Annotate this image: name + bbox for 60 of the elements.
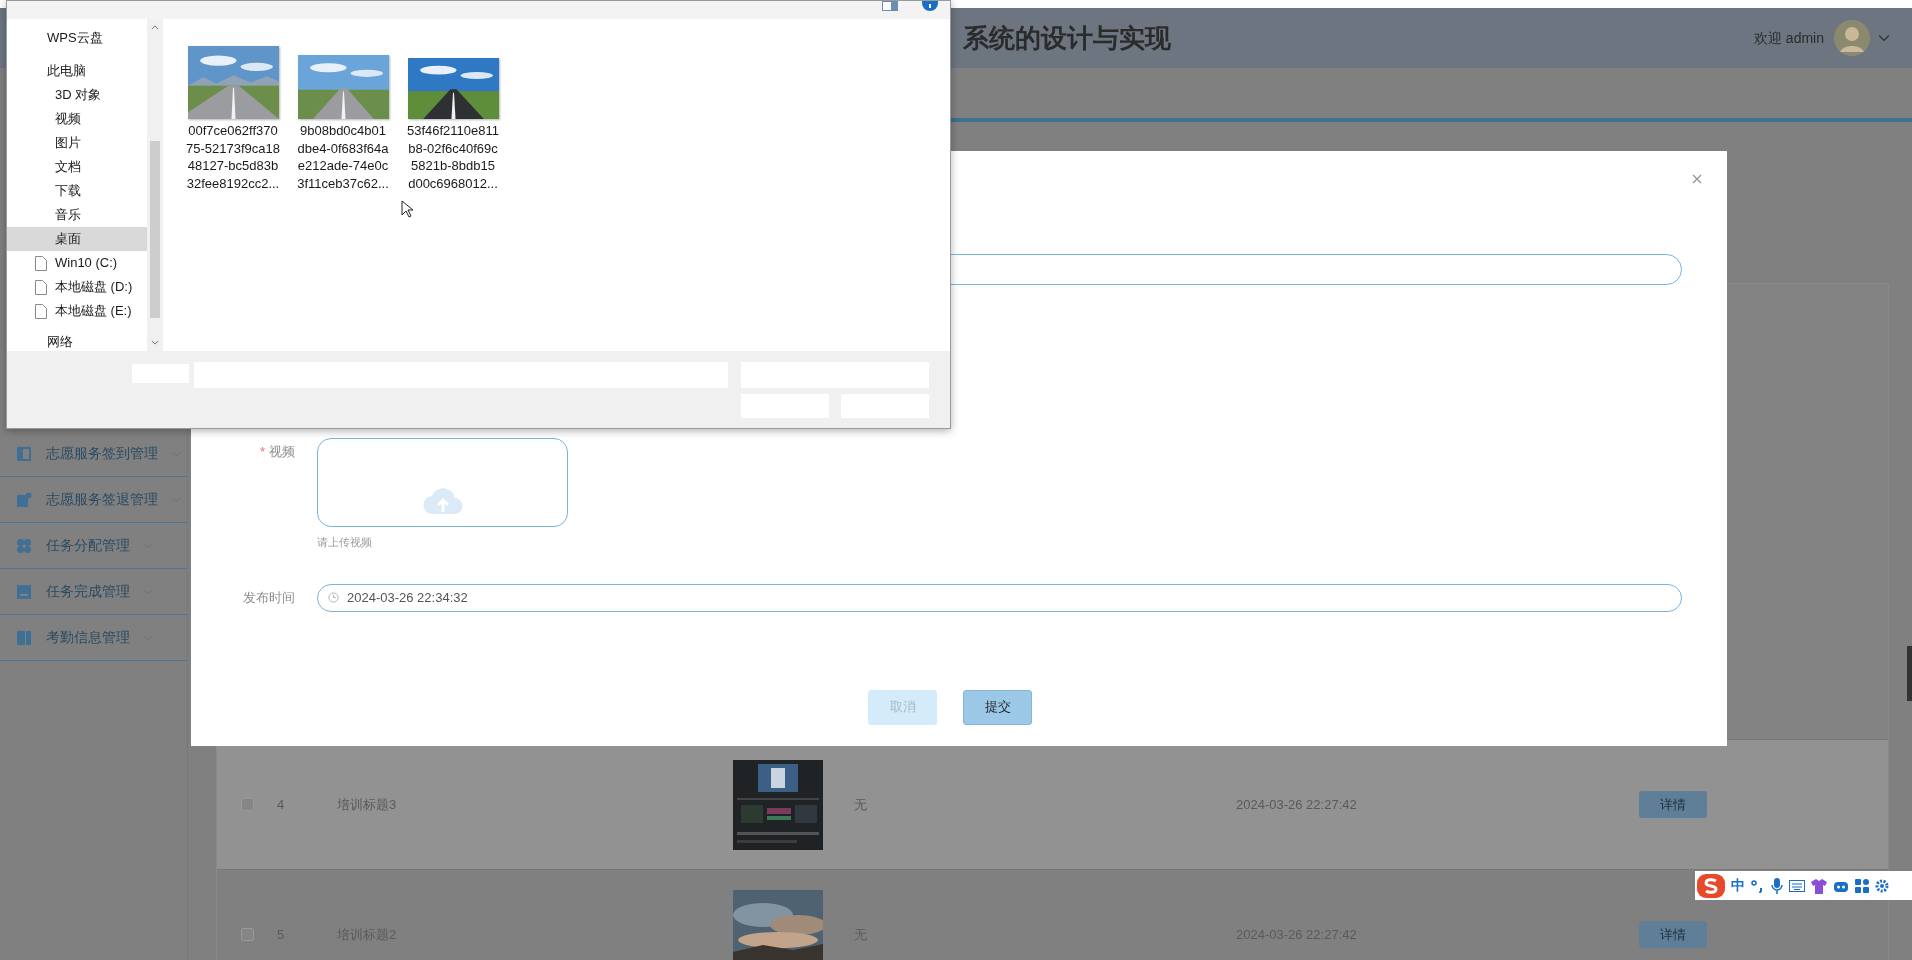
nav-item[interactable]: 此电脑: [7, 59, 147, 83]
keyboard-icon[interactable]: [1789, 879, 1805, 892]
welcome-text: 欢迎 admin: [1753, 28, 1824, 48]
nav-item[interactable]: 桌面: [7, 227, 147, 251]
field-label: 视频: [269, 443, 295, 461]
file-icon: [35, 279, 47, 295]
nav-item[interactable]: 3D 对象: [7, 83, 147, 107]
table-cell-text: 4: [277, 795, 286, 814]
field-label: 发布时间: [242, 588, 296, 607]
chevron-icon: [144, 542, 153, 549]
tag-icon: [16, 491, 32, 508]
file-name[interactable]: 53f46f2110e811 b8-02f6c40f69c 5821b-8bdb15 d00c6968012...: [406, 122, 500, 192]
row-checkbox[interactable]: [240, 928, 254, 941]
file-icon: [35, 255, 47, 271]
ime-logo-icon[interactable]: [1697, 873, 1725, 898]
submit-button[interactable]: 提交: [963, 689, 1032, 725]
grid-icon: [16, 537, 32, 554]
close-icon[interactable]: [1692, 174, 1702, 184]
shirt-icon[interactable]: [1811, 877, 1827, 894]
punctuation-icon[interactable]: [1751, 878, 1765, 893]
chevron-icon: [151, 25, 159, 30]
settings-icon[interactable]: [1875, 878, 1889, 893]
file-icon: [35, 303, 47, 319]
upload-area[interactable]: [317, 438, 568, 527]
required-mark: *: [259, 443, 265, 461]
nav-item[interactable]: WPS云盘: [7, 26, 147, 50]
book-icon: [16, 629, 32, 646]
file-name[interactable]: 00f7ce062ff370 75-52173f9ca18 48127-bc5d83b 32fee8192cc2...: [186, 122, 280, 192]
scrollbar-thumb: [1907, 646, 1912, 701]
chevron-icon: [144, 634, 153, 641]
nav-item[interactable]: 本地磁盘 (D:): [7, 275, 147, 299]
nav-item[interactable]: 文档: [7, 155, 147, 179]
nav-item[interactable]: 网络: [7, 330, 147, 354]
chevron-icon: [144, 588, 153, 595]
chevron-icon: [1878, 34, 1890, 42]
nav-item[interactable]: 图片: [7, 131, 147, 155]
input-mode[interactable]: 中: [1731, 875, 1745, 896]
chevron-icon: [151, 340, 159, 345]
nav-item[interactable]: 本地磁盘 (E:): [7, 299, 147, 323]
tablet-icon: [16, 583, 32, 600]
help-icon[interactable]: [922, 1, 938, 11]
nav-item[interactable]: Win10 (C:): [7, 251, 147, 275]
clock-icon: [328, 592, 339, 603]
nav-item[interactable]: 视频: [7, 107, 147, 131]
file-name[interactable]: 9b08bd0c4b01 dbe4-0f683f64a e212ade-74e0c 3f11ceb37c62...: [297, 122, 389, 192]
chevron-icon: [172, 496, 181, 503]
preview-pane-icon[interactable]: [882, 1, 898, 11]
chevron-icon: [172, 450, 181, 457]
nav-item[interactable]: 下载: [7, 179, 147, 203]
cloud-upload-icon: [422, 485, 463, 516]
scrollbar-thumb[interactable]: [150, 141, 160, 318]
avatar-icon[interactable]: [1834, 20, 1870, 56]
upload-hint: 请上传视频: [317, 535, 373, 550]
panel-icon: [16, 445, 32, 462]
app-title: 系统的设计与实现: [963, 21, 1171, 55]
cursor-icon: [401, 200, 413, 218]
table-cell-text: 2024-03-26 22:27:42: [1236, 795, 1358, 814]
apps-icon[interactable]: [1855, 878, 1869, 893]
nav-item[interactable]: 音乐: [7, 203, 147, 227]
microphone-icon[interactable]: [1771, 877, 1783, 894]
